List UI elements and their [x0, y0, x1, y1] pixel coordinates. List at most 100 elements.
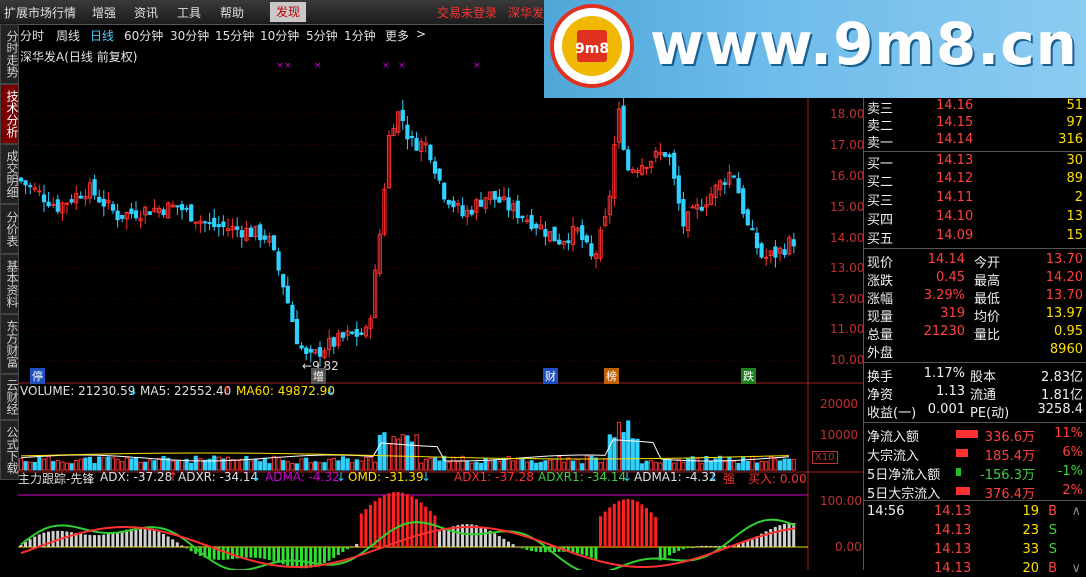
buy-label: 买一	[867, 157, 894, 172]
period-10min[interactable]: 10分钟	[260, 27, 299, 44]
indicator-axis-tick: 100.00	[820, 494, 862, 508]
menu-help[interactable]: 帮助	[220, 4, 244, 21]
scroll-arrow-icon[interactable]: ∨	[1071, 561, 1081, 576]
period-daily[interactable]: 日线	[90, 27, 114, 44]
volume-bar	[363, 456, 369, 471]
candle-body	[189, 204, 194, 222]
event-tag-rank[interactable]: 榜	[604, 368, 619, 384]
candle-body	[400, 109, 405, 122]
indicator-bar	[359, 513, 363, 547]
menu-tools[interactable]: 工具	[177, 4, 201, 21]
indicator-bar	[525, 547, 529, 550]
tab-formula-download[interactable]: 公式下载	[0, 420, 19, 480]
menu-extended-market[interactable]: 扩展市场行情	[4, 4, 76, 21]
indicator-bar	[580, 547, 584, 555]
volume-bar	[198, 458, 203, 471]
indicator-bar	[773, 526, 777, 547]
candle-body	[722, 182, 727, 185]
indicator-bar	[608, 507, 612, 547]
indicator-bar	[686, 547, 690, 548]
indicator-bar	[585, 547, 589, 556]
tick-side: B	[1048, 561, 1057, 576]
tab-intraday[interactable]: 分时走势	[0, 24, 19, 84]
tab-cloud-finance[interactable]: 云财经	[0, 374, 19, 420]
quote-label: 现价	[867, 256, 894, 271]
volume-bar	[336, 460, 341, 471]
candle-body	[566, 240, 571, 244]
volume-bar	[331, 458, 336, 471]
menu-enhance[interactable]: 增强	[92, 4, 116, 21]
candle-body	[281, 273, 286, 288]
chevron-right-icon[interactable]: >	[416, 27, 426, 41]
volume-bar	[764, 461, 769, 471]
volume-bar	[78, 458, 83, 471]
candle-body	[741, 188, 746, 214]
tab-technical-analysis[interactable]: 技术分析	[0, 84, 19, 144]
indicator-bar	[277, 547, 280, 563]
period-more[interactable]: 更多	[385, 27, 409, 44]
buy-label: 买四	[867, 213, 894, 228]
flow-bar	[956, 487, 970, 495]
kline-chart[interactable]: × × × × × ×	[18, 44, 863, 570]
candle-body	[78, 195, 83, 199]
indicator-bar	[594, 547, 598, 560]
fund-value: 2.83亿	[1041, 370, 1083, 385]
candle-body	[202, 221, 208, 224]
indicator-bar	[396, 492, 400, 547]
indicator-bar	[19, 544, 23, 547]
trade-status[interactable]: 交易未登录	[437, 4, 497, 21]
period-1min[interactable]: 1分钟	[344, 27, 376, 44]
period-15min[interactable]: 15分钟	[215, 27, 254, 44]
buy-volume: 30	[1066, 153, 1083, 168]
candle-body	[621, 105, 626, 150]
event-tag-finance[interactable]: 财	[543, 368, 558, 384]
candle-body	[681, 199, 686, 227]
indicator-bar	[231, 547, 234, 560]
capital-flow-row: 5日大宗流入 376.4万 2%	[864, 483, 1086, 502]
signal-marker: ×	[276, 61, 284, 71]
volume-bar	[46, 455, 51, 471]
tab-eastmoney[interactable]: 东方财富	[0, 314, 19, 374]
candle-body	[248, 227, 254, 238]
tab-company-profile[interactable]: 基本资料	[0, 254, 19, 314]
volume-bar	[543, 460, 548, 471]
price-tick: 16.00	[830, 169, 865, 183]
indicator-name[interactable]: 主力跟踪-先锋	[18, 470, 94, 487]
candle-body	[184, 207, 189, 210]
candle-body	[584, 235, 589, 243]
period-5min[interactable]: 5分钟	[306, 27, 338, 44]
indicator-bar	[148, 528, 152, 547]
event-tag-add[interactable]: 增	[311, 368, 326, 384]
volume-bar	[382, 432, 387, 471]
scroll-arrow-icon[interactable]: ∧	[1071, 504, 1081, 519]
event-tag-drop[interactable]: 跌	[741, 368, 756, 384]
volume-bar	[465, 461, 470, 471]
event-tag-halt[interactable]: 停	[30, 368, 45, 384]
price-tick: 14.00	[830, 231, 865, 245]
indicator-bar	[484, 528, 487, 547]
candle-body	[529, 215, 534, 230]
period-30min[interactable]: 30分钟	[170, 27, 209, 44]
indicator-bar	[534, 547, 538, 552]
indicator-bar	[336, 547, 340, 555]
volume-bar	[547, 459, 553, 471]
tab-trade-details[interactable]: 成交明细	[0, 144, 19, 204]
volume-bar	[308, 462, 313, 471]
buy-volume: 89	[1066, 171, 1083, 186]
candle-body	[469, 209, 474, 215]
candle-body	[437, 168, 442, 181]
volume-bar	[193, 455, 198, 471]
indicator-bar	[286, 547, 290, 566]
indicator-bar	[617, 501, 621, 547]
menu-news[interactable]: 资讯	[134, 4, 158, 21]
period-weekly[interactable]: 周线	[56, 27, 80, 44]
flow-percent: 11%	[1054, 426, 1083, 441]
period-minute[interactable]: 分时	[20, 27, 44, 44]
candle-body	[271, 235, 277, 251]
period-60min[interactable]: 60分钟	[124, 27, 163, 44]
menu-discover[interactable]: 发现	[270, 2, 307, 22]
indicator-bar	[626, 499, 630, 547]
indicator-bar	[116, 531, 119, 547]
volume-bar	[598, 462, 603, 471]
tab-price-table[interactable]: 分价表	[0, 204, 19, 254]
